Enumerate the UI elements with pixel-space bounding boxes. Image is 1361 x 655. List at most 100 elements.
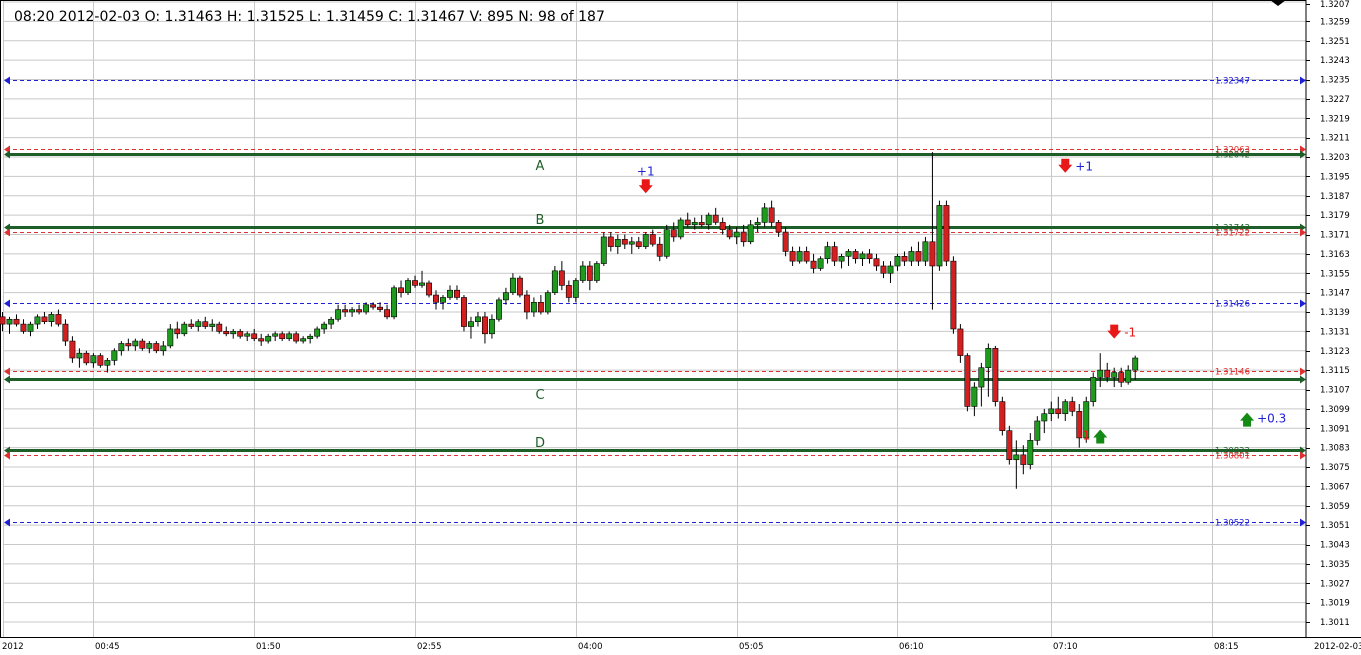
candle-body xyxy=(684,219,691,226)
scroll-down-icon[interactable] xyxy=(1270,0,1286,6)
candle-body xyxy=(859,253,866,260)
candle xyxy=(300,336,307,344)
price-tick-label: 1.3155 xyxy=(1320,269,1350,279)
candle-body xyxy=(894,255,901,267)
candle-body xyxy=(957,328,964,356)
candle-body xyxy=(579,265,586,281)
candle xyxy=(558,261,565,291)
candle xyxy=(454,285,460,300)
candle-body xyxy=(621,239,628,245)
candle xyxy=(803,246,810,264)
candle xyxy=(789,246,796,266)
candle xyxy=(950,256,957,334)
candle xyxy=(572,278,579,303)
level-name-label: D xyxy=(535,436,545,451)
candle xyxy=(1055,396,1062,419)
candle xyxy=(349,307,356,317)
price-axis[interactable]: 1.3207 1.3259 1.3251 1.3243 1.3235 1.3227 1.32… xyxy=(1270,0,1350,628)
price-tick-label: 1.3235 xyxy=(1320,76,1350,86)
candle-body xyxy=(551,270,558,293)
candle-body xyxy=(852,251,859,260)
price-tick-label: 1.3035 xyxy=(1320,560,1350,570)
candle xyxy=(328,316,335,329)
candle-body xyxy=(572,280,579,298)
candle-body xyxy=(1097,369,1104,378)
candle xyxy=(999,396,1006,436)
candle-body xyxy=(132,340,139,347)
candle-body xyxy=(27,323,34,332)
candle-body xyxy=(461,297,467,327)
candle xyxy=(230,328,237,339)
candle-body xyxy=(810,260,817,269)
candle-body xyxy=(845,251,852,257)
candle-body xyxy=(174,328,181,335)
candle xyxy=(733,227,740,245)
price-tick-label: 1.3243 xyxy=(1320,56,1350,66)
candle xyxy=(314,326,321,339)
candle-body xyxy=(530,302,537,313)
candle-body xyxy=(153,343,160,352)
candle-body xyxy=(782,231,789,252)
candle xyxy=(873,253,880,271)
candle xyxy=(495,297,502,322)
candle-body xyxy=(754,222,761,226)
candle xyxy=(628,236,635,254)
candle xyxy=(1041,408,1048,434)
candle-body xyxy=(775,222,782,233)
candle-body xyxy=(1013,454,1020,461)
candle xyxy=(293,331,300,344)
candle xyxy=(936,200,943,271)
candle xyxy=(670,222,677,242)
candle-body xyxy=(377,306,384,310)
candle xyxy=(461,295,467,332)
price-tick-label: 1.3019 xyxy=(1320,599,1350,609)
candle xyxy=(747,219,754,245)
candle-body xyxy=(628,241,635,245)
trade-result-label: +0.3 xyxy=(1257,412,1286,426)
candle-body xyxy=(670,229,677,238)
candle-body xyxy=(342,309,349,313)
candle xyxy=(1132,355,1139,380)
candle xyxy=(321,321,328,334)
candle xyxy=(1062,399,1069,421)
buy-arrow-icon xyxy=(1240,412,1255,427)
candle xyxy=(796,246,803,264)
candle xyxy=(195,319,202,332)
trade-result-label: +1 xyxy=(1075,160,1093,174)
chart-area[interactable]: 1.32347 1.32063 1.32042 1.31742 1.31722 1.314… xyxy=(0,0,1361,652)
price-tick-label: 1.3131 xyxy=(1320,327,1350,337)
candle-body xyxy=(20,323,27,332)
candle-body xyxy=(300,338,307,342)
candle-body xyxy=(202,321,209,327)
candle-body xyxy=(481,316,488,335)
candle xyxy=(894,253,901,271)
candle xyxy=(859,251,866,266)
candle xyxy=(440,295,446,310)
candle-body xyxy=(565,285,572,298)
candle-body xyxy=(279,333,286,339)
candle-body xyxy=(1020,454,1027,465)
level-arrow-right xyxy=(1300,299,1306,308)
candle-body xyxy=(614,239,621,247)
candle-body xyxy=(125,343,132,347)
candle xyxy=(146,341,153,354)
candle xyxy=(866,249,873,264)
candle xyxy=(69,336,76,363)
price-tick-label: 1.3251 xyxy=(1320,37,1350,47)
candle-body xyxy=(537,302,544,313)
candle-body xyxy=(1041,413,1048,422)
candle-body xyxy=(272,333,279,337)
candle-body xyxy=(516,277,523,296)
candle xyxy=(712,207,719,225)
level-arrow-right xyxy=(1300,76,1306,85)
candle-body xyxy=(712,214,719,223)
candle xyxy=(237,328,244,339)
price-tick-label: 1.3259 xyxy=(1320,17,1350,27)
time-tick-label: 06:10 xyxy=(899,642,924,651)
candlestick-chart[interactable]: 1.323471.320631.320421.317421.317221.314… xyxy=(0,0,1361,652)
time-axis[interactable]: 2012 00:45 01:50 02:55 04:00 05:05 06:10 07:10 0… xyxy=(0,637,1361,652)
candle-body xyxy=(314,328,321,337)
candle xyxy=(768,200,775,228)
level-arrow-left xyxy=(4,367,10,376)
candle-body xyxy=(1090,377,1097,402)
